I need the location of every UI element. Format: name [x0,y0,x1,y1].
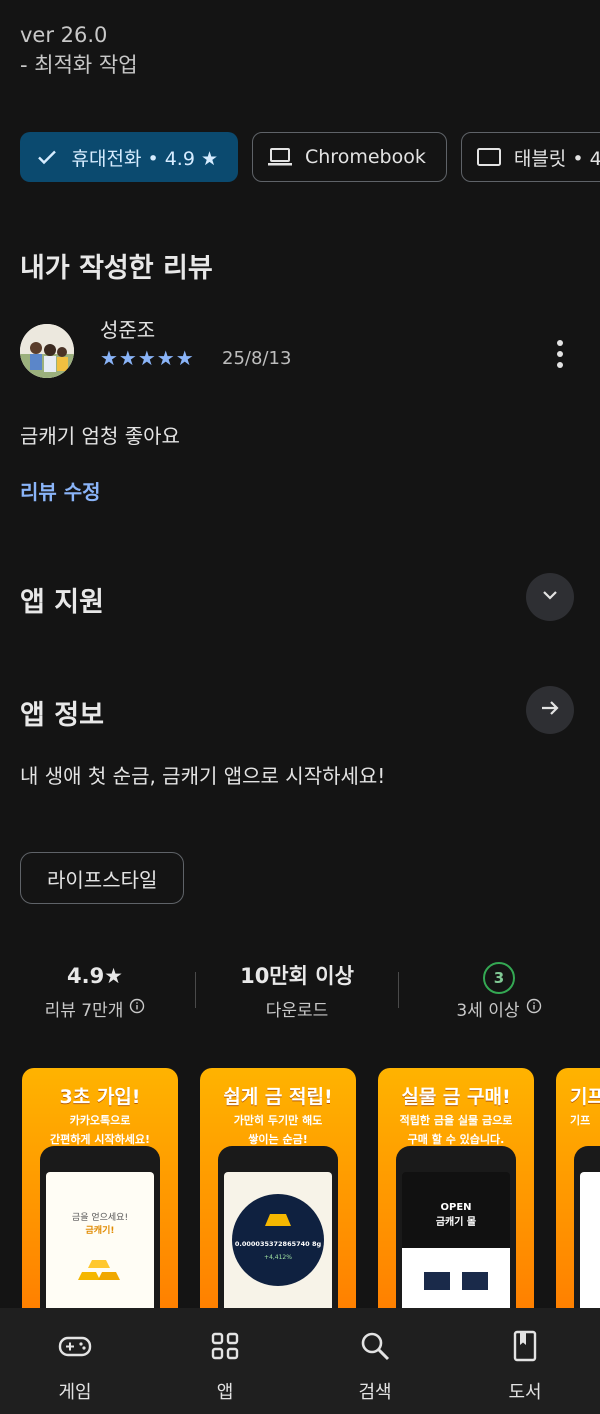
phone-mockup: 금을 얻으세요! 금캐기! [40,1146,160,1308]
nav-label: 도서 [508,1382,542,1403]
search-icon [357,1328,393,1364]
book-icon [507,1328,543,1364]
chevron-down-icon [539,584,561,610]
nav-search[interactable]: 검색 [300,1308,450,1414]
chip-phone[interactable]: 휴대전화 • 4.9 ★ [20,132,238,182]
age-rating-label: 3세 이상 [456,1001,520,1021]
chip-phone-label: 휴대전화 • 4.9 ★ [71,147,219,170]
screenshot-carousel[interactable]: 3초 가입! 카카오톡으로 간편하게 시작하세요! 금을 얻으세요! 금캐기! … [22,1068,600,1308]
gold-bars-icon [78,1260,120,1280]
screenshot-3[interactable]: 실물 금 구매! 적립한 금을 실물 금으로 구매 할 수 있습니다. OPEN… [378,1068,534,1308]
screenshot-1[interactable]: 3초 가입! 카카오톡으로 간편하게 시작하세요! 금을 얻으세요! 금캐기! [22,1068,178,1308]
review-author-name: 성준조 [100,318,156,342]
nav-label: 검색 [358,1382,392,1403]
screenshot-4[interactable]: 기프 기프 [556,1068,600,1308]
avatar [20,324,74,378]
age-rating-badge: 3 [483,962,515,994]
app-support-heading[interactable]: 앱 지원 [20,580,104,619]
nav-label: 게임 [58,1382,92,1403]
review-star-rating: ★★★★★ [100,346,195,370]
version-change-note: - 최적화 작업 [20,53,138,77]
edit-review-link[interactable]: 리뷰 수정 [20,476,101,505]
screenshot-title: 쉽게 금 적립! [223,1086,333,1108]
chip-tablet[interactable]: 태블릿 • 4 [460,132,600,182]
screen-text: 금캐기! [85,1226,115,1236]
screenshot-subtitle: 쌓이는 순금! [248,1133,308,1146]
review-text: 금캐기 엄청 좋아요 [20,424,180,448]
chip-tablet-label: 태블릿 • 4 [513,147,600,170]
info-icon [526,998,542,1019]
gamepad-icon [57,1328,93,1364]
app-info-heading[interactable]: 앱 정보 [20,693,104,732]
category-tag[interactable]: 라이프스타일 [20,852,185,904]
gold-bar-icon [265,1214,291,1226]
laptop-icon [267,144,293,170]
screenshot-subtitle: 기프 [570,1114,591,1127]
tablet-icon [476,144,502,170]
screen-text: +4,412% [264,1254,292,1261]
my-review-heading: 내가 작성한 리뷰 [20,253,213,284]
screenshot-title: 기프 [570,1086,600,1108]
nav-apps[interactable]: 앱 [150,1308,300,1414]
review-date: 25/8/13 [222,348,292,369]
screen-text: 0.000035372865740 8g [234,1240,322,1248]
check-icon [34,144,60,170]
app-info-arrow-button[interactable] [526,686,574,734]
rating-value: 4.9★ [66,964,124,988]
screenshot-title: 실물 금 구매! [401,1086,511,1108]
phone-mockup [574,1146,600,1308]
arrow-right-icon [538,696,562,724]
downloads-label: 다운로드 [265,1001,329,1021]
screen-text: OPEN [440,1202,472,1213]
phone-mockup: OPEN 금캐기 몰 [396,1146,516,1308]
screenshot-subtitle: 적립한 금을 실물 금으로 [399,1114,513,1127]
nav-label: 앱 [216,1382,234,1403]
device-filter-chips: 휴대전화 • 4.9 ★ Chromebook 태블릿 • 4 [20,132,600,182]
bottom-navigation: 게임 앱 검색 도서 [0,1308,600,1414]
chip-chromebook-label: Chromebook [305,146,426,168]
screenshot-title: 3초 가입! [59,1086,141,1108]
info-icon [129,998,145,1019]
app-description: 내 생애 첫 순금, 금캐기 앱으로 시작하세요! [20,764,386,788]
screenshot-subtitle: 카카오톡으로 [69,1114,131,1127]
expand-support-button[interactable] [526,573,574,621]
stat-divider [195,972,196,1008]
stat-content-rating[interactable]: 3 3세 이상 [404,960,594,1021]
more-options-icon[interactable] [546,334,574,374]
nav-books[interactable]: 도서 [450,1308,600,1414]
screenshot-subtitle: 가만히 두기만 해도 [233,1114,323,1127]
stat-rating[interactable]: 4.9★ 리뷰 7만개 [0,960,190,1021]
rating-count-label: 리뷰 7만개 [44,1001,124,1021]
stat-divider [398,972,399,1008]
version-notes: ver 26.0 - 최적화 작업 [20,20,138,80]
screenshot-subtitle: 구매 할 수 있습니다. [407,1133,505,1146]
phone-mockup: 0.000035372865740 8g +4,412% [218,1146,338,1308]
apps-grid-icon [207,1328,243,1364]
stat-downloads: 10만회 이상 다운로드 [202,960,392,1021]
version-number: ver 26.0 [20,23,108,47]
screenshot-subtitle: 간편하게 시작하세요! [50,1133,150,1146]
chip-chromebook[interactable]: Chromebook [252,132,447,182]
downloads-value: 10만회 이상 [240,964,354,988]
screen-text: 금캐기 몰 [435,1217,477,1228]
screenshot-2[interactable]: 쉽게 금 적립! 가만히 두기만 해도 쌓이는 순금! 0.0000353728… [200,1068,356,1308]
nav-games[interactable]: 게임 [0,1308,150,1414]
screen-text: 금을 얻으세요! [71,1213,129,1223]
